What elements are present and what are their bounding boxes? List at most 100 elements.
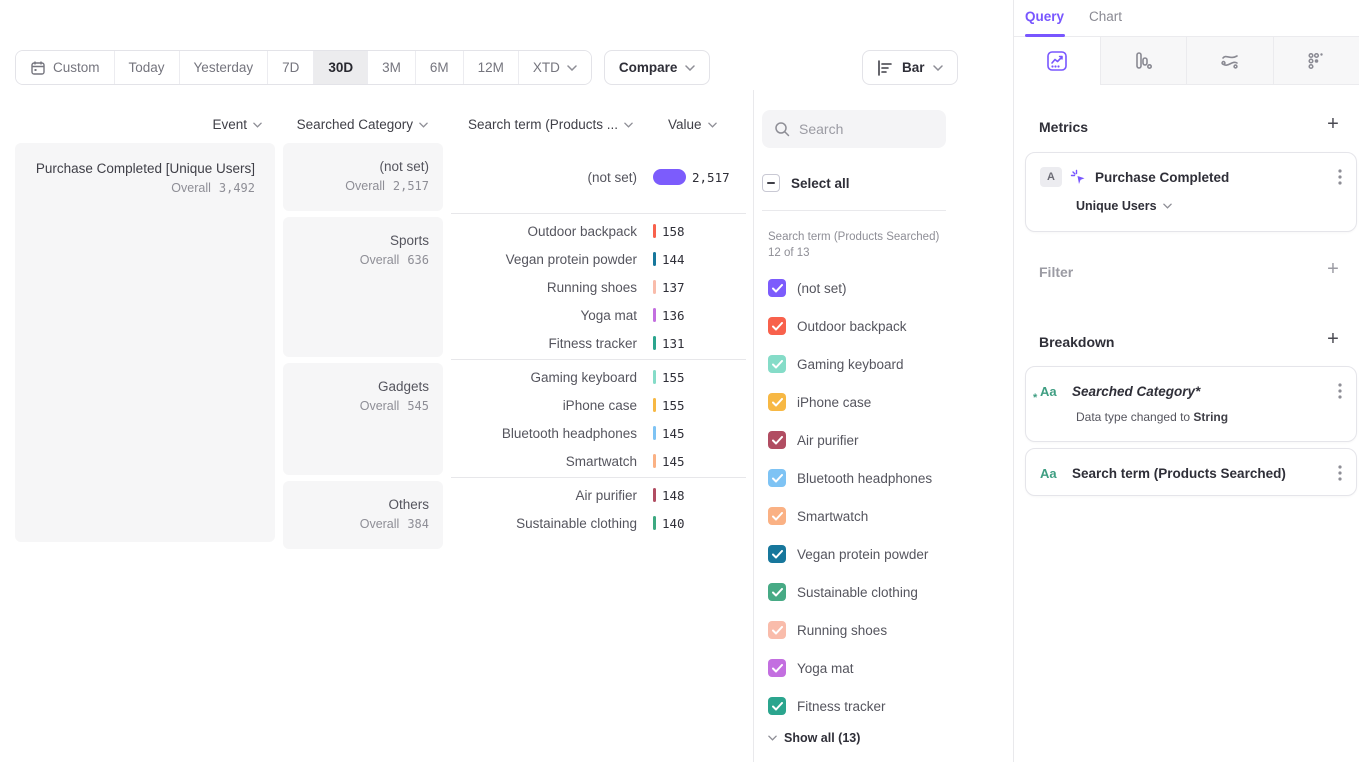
legend-item[interactable]: Bluetooth headphones	[768, 459, 932, 497]
kebab-menu-icon[interactable]	[1336, 381, 1344, 401]
term-row[interactable]: (not set) 2,517	[451, 143, 746, 211]
term-row[interactable]: Running shoes 137	[451, 273, 746, 301]
event-cell[interactable]: Purchase Completed [Unique Users] Overal…	[15, 143, 275, 542]
aggregation-selector[interactable]: Unique Users	[1076, 199, 1356, 213]
search-input[interactable]	[799, 121, 929, 137]
date-range-label: Custom	[53, 60, 100, 75]
series-label: Sustainable clothing	[797, 585, 918, 600]
series-label: Fitness tracker	[797, 699, 886, 714]
value-bar	[653, 454, 656, 468]
legend-item[interactable]: Running shoes	[768, 611, 932, 649]
series-letter-badge: A	[1040, 167, 1062, 187]
term-row[interactable]: Air purifier 148	[451, 481, 746, 509]
category-cell[interactable]: Others Overall384	[283, 481, 443, 549]
breakdown-property-name: Search term (Products Searched)	[1072, 466, 1328, 481]
series-label: Bluetooth headphones	[797, 471, 932, 486]
legend-item[interactable]: Outdoor backpack	[768, 307, 932, 345]
category-cell[interactable]: Gadgets Overall545	[283, 363, 443, 475]
category-cell[interactable]: (not set) Overall2,517	[283, 143, 443, 211]
add-breakdown-button[interactable]: +	[1323, 329, 1343, 349]
series-label: Running shoes	[797, 623, 887, 638]
calendar-icon	[30, 60, 46, 76]
legend-item[interactable]: Vegan protein powder	[768, 535, 932, 573]
column-header-event[interactable]: Event	[15, 117, 262, 132]
legend-list: (not set) Outdoor backpack Gaming keyboa…	[768, 269, 932, 725]
column-header-value[interactable]: Value	[668, 117, 718, 132]
chart-type-button[interactable]: Bar	[862, 50, 958, 85]
term-row[interactable]: Gaming keyboard 155	[451, 363, 746, 391]
date-range-button[interactable]: Custom	[16, 51, 115, 84]
legend-item[interactable]: Smartwatch	[768, 497, 932, 535]
term-row[interactable]: iPhone case 155	[451, 391, 746, 419]
legend-item[interactable]: Gaming keyboard	[768, 345, 932, 383]
compare-label: Compare	[619, 60, 678, 75]
date-range-button[interactable]: 3M	[368, 51, 416, 84]
series-checkbox[interactable]	[768, 279, 786, 297]
compare-button[interactable]: Compare	[604, 50, 711, 85]
series-checkbox[interactable]	[768, 317, 786, 335]
add-metric-button[interactable]: +	[1323, 114, 1343, 134]
value-bar	[653, 488, 656, 502]
term-label: Air purifier	[451, 488, 637, 503]
breakdown-card-searched-category[interactable]: Aa* Searched Category* Data type changed…	[1025, 366, 1357, 442]
metric-card[interactable]: A Purchase Completed Unique Users	[1025, 152, 1357, 232]
series-label: Smartwatch	[797, 509, 868, 524]
term-label: Bluetooth headphones	[451, 426, 637, 441]
term-row[interactable]: Vegan protein powder 144	[451, 245, 746, 273]
series-checkbox[interactable]	[768, 659, 786, 677]
legend-item[interactable]: iPhone case	[768, 383, 932, 421]
kebab-menu-icon[interactable]	[1336, 463, 1344, 483]
column-header-searched-category[interactable]: Searched Category	[283, 117, 428, 132]
date-range-button[interactable]: 30D	[314, 51, 368, 84]
legend-item[interactable]: Fitness tracker	[768, 687, 932, 725]
series-checkbox[interactable]	[768, 393, 786, 411]
series-checkbox[interactable]	[768, 583, 786, 601]
event-overall-value: 3,492	[219, 181, 255, 195]
term-row[interactable]: Outdoor backpack 158	[451, 217, 746, 245]
series-checkbox[interactable]	[768, 431, 786, 449]
date-range-label: 3M	[382, 60, 401, 75]
term-row[interactable]: Yoga mat 136	[451, 301, 746, 329]
term-row[interactable]: Smartwatch 145	[451, 447, 746, 475]
legend-search	[762, 110, 946, 148]
show-all-toggle[interactable]: Show all (13)	[768, 731, 860, 745]
tab-chart[interactable]: Chart	[1089, 9, 1122, 24]
date-range-button[interactable]: Today	[115, 51, 180, 84]
tab-query[interactable]: Query	[1025, 9, 1064, 24]
series-checkbox[interactable]	[768, 507, 786, 525]
series-checkbox[interactable]	[768, 469, 786, 487]
term-value: 144	[662, 252, 685, 267]
report-tab-funnels[interactable]	[1100, 37, 1187, 85]
legend-item[interactable]: Sustainable clothing	[768, 573, 932, 611]
value-bar	[653, 516, 656, 530]
select-all-row[interactable]: Select all	[762, 174, 850, 192]
date-range-button[interactable]: 6M	[416, 51, 464, 84]
kebab-menu-icon[interactable]	[1336, 167, 1344, 187]
date-range-button[interactable]: XTD	[519, 51, 591, 84]
add-filter-button[interactable]: +	[1323, 259, 1343, 279]
term-label: Gaming keyboard	[451, 370, 637, 385]
report-tab-flows[interactable]	[1186, 37, 1273, 85]
date-range-button[interactable]: Yesterday	[180, 51, 269, 84]
legend-item[interactable]: (not set)	[768, 269, 932, 307]
term-row[interactable]: Bluetooth headphones 145	[451, 419, 746, 447]
term-row[interactable]: Fitness tracker 131	[451, 329, 746, 357]
report-tab-insights[interactable]	[1014, 37, 1100, 85]
column-header-search-term[interactable]: Search term (Products ...	[455, 117, 633, 132]
chevron-down-icon	[1163, 203, 1172, 209]
string-property-icon: Aa*	[1040, 384, 1064, 399]
series-checkbox[interactable]	[768, 355, 786, 373]
term-row[interactable]: Sustainable clothing 140	[451, 509, 746, 537]
category-cell[interactable]: Sports Overall636	[283, 217, 443, 357]
breakdown-card-search-term[interactable]: Aa Search term (Products Searched)	[1025, 448, 1357, 496]
legend-item[interactable]: Air purifier	[768, 421, 932, 459]
date-range-button[interactable]: 7D	[268, 51, 314, 84]
select-all-checkbox[interactable]	[762, 174, 780, 192]
date-range-button[interactable]: 12M	[464, 51, 519, 84]
series-checkbox[interactable]	[768, 697, 786, 715]
legend-item[interactable]: Yoga mat	[768, 649, 932, 687]
report-tab-retention[interactable]	[1273, 37, 1359, 85]
series-checkbox[interactable]	[768, 621, 786, 639]
chevron-down-icon	[768, 735, 777, 741]
series-checkbox[interactable]	[768, 545, 786, 563]
